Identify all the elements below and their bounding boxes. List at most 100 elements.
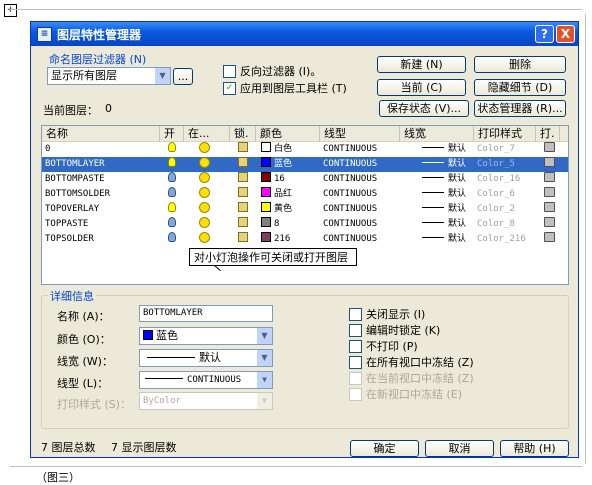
layer-linetype-cell[interactable]: CONTINUOUS — [320, 187, 400, 202]
layer-on-cell[interactable] — [160, 142, 184, 157]
color-select[interactable]: 蓝色 ▼ — [139, 327, 273, 345]
checkbox-box[interactable] — [223, 64, 236, 78]
lock-icon[interactable] — [238, 232, 248, 242]
layer-plotstyle-cell[interactable]: Color_8 — [474, 217, 536, 232]
layer-color-cell[interactable]: 16 — [256, 172, 320, 187]
layer-lock-cell[interactable] — [230, 202, 256, 217]
printer-icon[interactable] — [544, 187, 555, 197]
lightbulb-icon[interactable] — [168, 172, 176, 182]
col-header-color[interactable]: 颜色 — [256, 126, 320, 141]
layer-plotstyle-cell[interactable]: Color_2 — [474, 202, 536, 217]
set-current-button[interactable]: 当前 (C) — [377, 79, 466, 96]
layer-plot-cell[interactable] — [536, 217, 560, 232]
layer-on-cell[interactable] — [160, 232, 184, 247]
chevron-down-icon[interactable]: ▼ — [256, 350, 272, 366]
printer-icon[interactable] — [544, 142, 555, 152]
layer-row[interactable]: BOTTOMLAYER 蓝色 CONTINUOUS 默认 Color_5 — [42, 157, 568, 172]
lightbulb-icon[interactable] — [168, 202, 176, 212]
sun-icon[interactable] — [199, 172, 210, 183]
layer-lock-cell[interactable] — [230, 142, 256, 157]
layer-row[interactable]: BOTTOMSOLDER 品红 CONTINUOUS 默认 Color_6 — [42, 187, 568, 202]
layer-linetype-cell[interactable]: CONTINUOUS — [320, 157, 400, 172]
layer-freeze-cell[interactable] — [184, 217, 230, 232]
sun-icon[interactable] — [199, 217, 210, 228]
col-header-lock[interactable]: 锁. — [230, 126, 256, 141]
layer-on-cell[interactable] — [160, 202, 184, 217]
layer-row[interactable]: TOPPASTE 8 CONTINUOUS 默认 Color_8 — [42, 217, 568, 232]
layer-on-cell[interactable] — [160, 217, 184, 232]
printer-icon[interactable] — [544, 157, 555, 167]
chevron-down-icon[interactable]: ▼ — [256, 328, 272, 344]
checkbox-box[interactable] — [349, 323, 362, 337]
layer-lineweight-cell[interactable]: 默认 — [400, 157, 474, 172]
layer-plot-cell[interactable] — [536, 157, 560, 172]
checkbox-box[interactable] — [349, 307, 362, 321]
layer-name-cell[interactable]: 0 — [42, 142, 160, 157]
help-title-button[interactable]: ? — [535, 25, 554, 43]
layer-name-cell[interactable]: BOTTOMPASTE — [42, 172, 160, 187]
layer-name-cell[interactable]: TOPSOLDER — [42, 232, 160, 247]
checkmark-icon[interactable]: ✓ — [223, 81, 236, 95]
layer-lineweight-cell[interactable]: 默认 — [400, 217, 474, 232]
layer-lock-cell[interactable] — [230, 172, 256, 187]
layer-freeze-cell[interactable] — [184, 202, 230, 217]
filter-browse-button[interactable]: ... — [173, 68, 193, 85]
checkbox-box[interactable] — [349, 339, 362, 353]
layer-freeze-cell[interactable] — [184, 142, 230, 157]
layer-name-cell[interactable]: TOPPASTE — [42, 217, 160, 232]
layer-plotstyle-cell[interactable]: Color_7 — [474, 142, 536, 157]
detail-checkbox[interactable]: 编辑时锁定 (K) — [349, 322, 440, 338]
sun-icon[interactable] — [199, 202, 210, 213]
sun-icon[interactable] — [199, 157, 210, 168]
lock-icon[interactable] — [238, 217, 248, 227]
layer-linetype-cell[interactable]: CONTINUOUS — [320, 202, 400, 217]
sun-icon[interactable] — [199, 232, 210, 243]
col-header-freeze[interactable]: 在... — [184, 126, 230, 141]
lock-icon[interactable] — [238, 202, 248, 212]
linetype-select[interactable]: CONTINUOUS ▼ — [139, 371, 273, 389]
layer-plot-cell[interactable] — [536, 172, 560, 187]
new-layer-button[interactable]: 新建 (N) — [377, 56, 466, 73]
lightbulb-icon[interactable] — [168, 187, 176, 197]
col-header-name[interactable]: 名称 — [42, 126, 160, 141]
layer-plot-cell[interactable] — [536, 187, 560, 202]
state-manager-button[interactable]: 状态管理器 (R)... — [474, 100, 566, 117]
col-header-linetype[interactable]: 线型 — [320, 126, 400, 141]
delete-layer-button[interactable]: 删除 — [474, 56, 566, 73]
layer-linetype-cell[interactable]: CONTINUOUS — [320, 232, 400, 247]
layer-plot-cell[interactable] — [536, 202, 560, 217]
layer-color-cell[interactable]: 8 — [256, 217, 320, 232]
lightbulb-icon[interactable] — [168, 217, 176, 227]
cancel-button[interactable]: 取消 — [425, 440, 494, 457]
printer-icon[interactable] — [544, 202, 555, 212]
invert-filter-checkbox[interactable]: 反向过滤器 (I)。 — [223, 63, 321, 79]
layer-plotstyle-cell[interactable]: Color_216 — [474, 232, 536, 247]
layer-row[interactable]: TOPSOLDER 216 CONTINUOUS 默认 Color_216 — [42, 232, 568, 247]
layer-lock-cell[interactable] — [230, 157, 256, 172]
layer-row[interactable]: BOTTOMPASTE 16 CONTINUOUS 默认 Color_16 — [42, 172, 568, 187]
layer-linetype-cell[interactable]: CONTINUOUS — [320, 142, 400, 157]
layer-freeze-cell[interactable] — [184, 232, 230, 247]
lightbulb-icon[interactable] — [168, 157, 176, 167]
filter-select[interactable]: 显示所有图层 ▼ — [47, 67, 171, 85]
layer-color-cell[interactable]: 216 — [256, 232, 320, 247]
save-state-button[interactable]: 保存状态 (V)... — [379, 100, 469, 117]
printer-icon[interactable] — [544, 217, 555, 227]
chevron-down-icon[interactable]: ▼ — [154, 68, 170, 84]
layer-color-cell[interactable]: 白色 — [256, 142, 320, 157]
layer-linetype-cell[interactable]: CONTINUOUS — [320, 172, 400, 187]
layer-lineweight-cell[interactable]: 默认 — [400, 202, 474, 217]
layer-row[interactable]: TOPOVERLAY 黄色 CONTINUOUS 默认 Color_2 — [42, 202, 568, 217]
checkbox-box[interactable] — [349, 355, 362, 369]
lock-icon[interactable] — [238, 172, 248, 182]
lightbulb-icon[interactable] — [168, 142, 176, 152]
layer-freeze-cell[interactable] — [184, 187, 230, 202]
printer-icon[interactable] — [544, 172, 555, 182]
apply-toolbar-checkbox[interactable]: ✓ 应用到图层工具栏 (T) — [223, 80, 347, 96]
layer-lineweight-cell[interactable]: 默认 — [400, 187, 474, 202]
help-button[interactable]: 帮助 (H) — [500, 440, 569, 457]
layer-lineweight-cell[interactable]: 默认 — [400, 232, 474, 247]
detail-checkbox[interactable]: 关闭显示 (I) — [349, 306, 425, 322]
hide-details-button[interactable]: 隐藏细节 (D) — [474, 79, 566, 96]
layer-lineweight-cell[interactable]: 默认 — [400, 142, 474, 157]
